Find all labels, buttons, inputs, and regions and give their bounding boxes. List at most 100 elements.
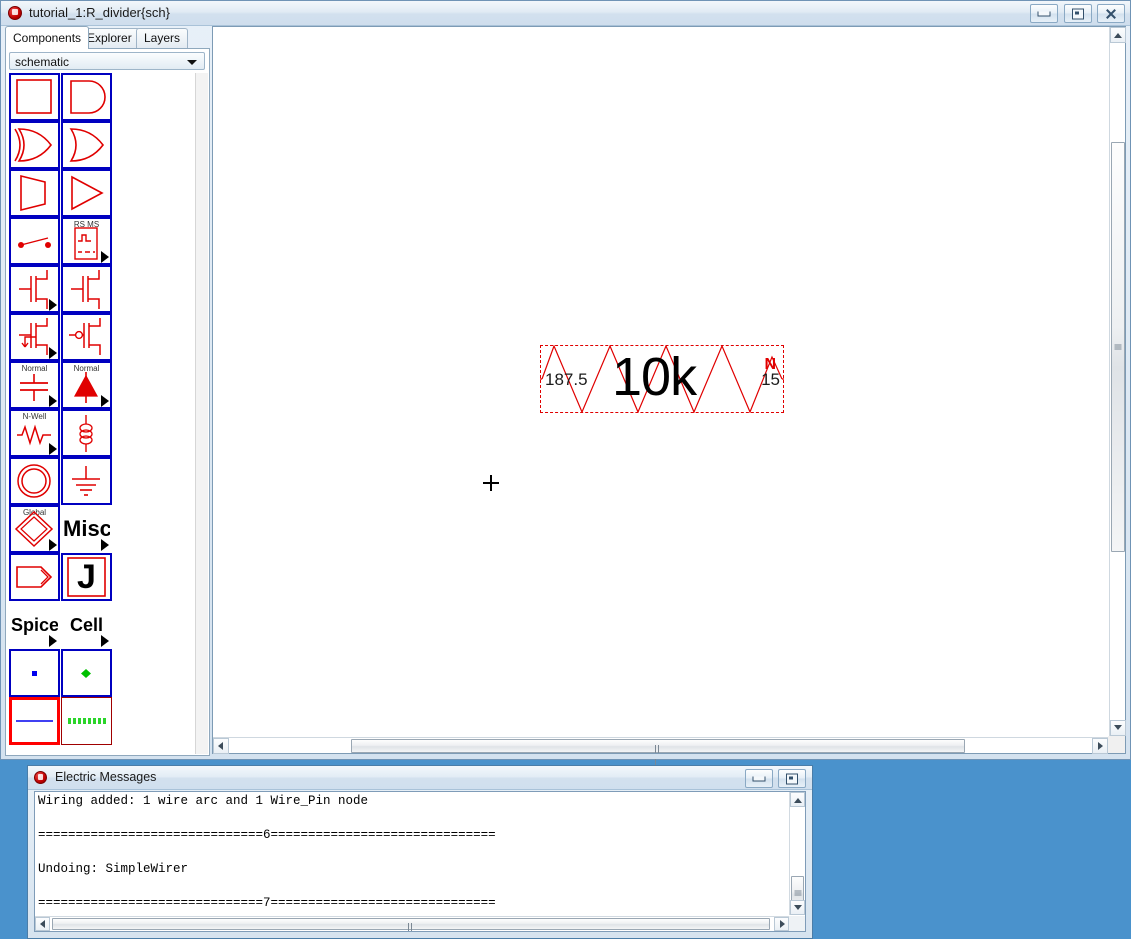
palette-row: Normal Normal xyxy=(9,361,114,409)
window-controls xyxy=(1028,4,1125,23)
messages-horizontal-scrollbar[interactable] xyxy=(35,916,789,931)
palette-scrollbar[interactable] xyxy=(195,73,208,754)
palette-grid: RS MS Normal Normal N-Well Global Misc J… xyxy=(9,73,114,745)
canvas-vertical-scrollbar[interactable] xyxy=(1109,27,1126,736)
close-button[interactable] xyxy=(1097,4,1125,23)
messages-body: Wiring added: 1 wire arc and 1 Wire_Pin … xyxy=(34,791,806,932)
messages-window-title: Electric Messages xyxy=(55,770,157,784)
palette-cell-more-arrow[interactable] xyxy=(49,539,57,551)
messages-maximize-button[interactable] xyxy=(778,769,806,788)
palette-cell-buffer[interactable] xyxy=(61,169,112,217)
palette-row xyxy=(9,457,114,505)
palette-cell-source[interactable] xyxy=(9,457,60,505)
palette-cell-more-arrow[interactable] xyxy=(101,635,109,647)
palette-row: Global Misc. xyxy=(9,505,114,553)
main-window: tutorial_1:R_divider{sch} Components Exp… xyxy=(0,0,1131,767)
scroll-up-arrow[interactable] xyxy=(1110,27,1126,43)
schematic-canvas-area: 187.5 10k 15 N xyxy=(212,26,1126,767)
palette-cell-spice-menu[interactable]: Spice xyxy=(9,601,60,649)
main-titlebar[interactable]: tutorial_1:R_divider{sch} xyxy=(1,1,1130,26)
palette-cell-cell-menu[interactable]: Cell xyxy=(61,601,112,649)
palette-cell-capacitor[interactable]: Normal xyxy=(9,361,60,409)
schematic-canvas[interactable]: 187.5 10k 15 N xyxy=(213,27,1108,736)
palette-cell-more-arrow[interactable] xyxy=(101,251,109,263)
messages-horizontal-scroll-thumb[interactable] xyxy=(52,918,770,931)
palette-cell-more-arrow[interactable] xyxy=(49,395,57,407)
resistor-component[interactable]: 187.5 10k 15 N xyxy=(540,345,784,413)
electric-app-icon xyxy=(34,771,47,784)
tab-components[interactable]: Components xyxy=(5,26,90,49)
palette-cell-more-arrow[interactable] xyxy=(49,299,57,311)
palette-cell-mux[interactable] xyxy=(9,169,60,217)
palette-cell-misc-menu[interactable]: Misc. xyxy=(61,505,112,553)
palette-cell-pmos-transistor[interactable] xyxy=(61,265,112,313)
scroll-down-arrow[interactable] xyxy=(1110,720,1126,736)
resistor-left-label: 187.5 xyxy=(545,370,588,389)
palette-cell-nmos-transistor[interactable] xyxy=(9,265,60,313)
left-panel: Components Explorer Layers schematic RS … xyxy=(5,26,210,756)
technology-combo[interactable]: schematic xyxy=(9,52,205,70)
palette-cell-diode[interactable]: Normal xyxy=(61,361,112,409)
palette-row xyxy=(9,313,114,361)
resistor-value-label: 10k xyxy=(612,347,697,407)
palette-cell-more-arrow[interactable] xyxy=(101,395,109,407)
crosshair-cursor xyxy=(483,475,499,491)
palette-cell-off-page-connector[interactable] xyxy=(9,553,60,601)
palette-cell-switch[interactable] xyxy=(9,217,60,265)
palette-cell-xor-gate[interactable] xyxy=(61,121,112,169)
messages-minimize-button[interactable] xyxy=(744,769,773,788)
palette-cell-buffer-and-box[interactable] xyxy=(9,73,60,121)
palette-cell-transistor-bubble[interactable] xyxy=(61,313,112,361)
scroll-left-arrow[interactable] xyxy=(213,738,229,754)
messages-log-text[interactable]: Wiring added: 1 wire arc and 1 Wire_Pin … xyxy=(38,793,787,914)
palette-cell-more-arrow[interactable] xyxy=(49,635,57,647)
palette-row xyxy=(9,121,114,169)
messages-scroll-down-arrow[interactable] xyxy=(790,900,805,915)
vertical-scroll-thumb[interactable] xyxy=(1111,142,1125,552)
messages-scroll-right-arrow[interactable] xyxy=(774,917,789,931)
messages-window: Electric Messages Wiring added: 1 wire a… xyxy=(27,765,813,939)
panel-tabstrip: Components Explorer Layers xyxy=(5,26,210,49)
palette-cell-label: J xyxy=(77,558,96,596)
palette-cell-pin-node[interactable] xyxy=(9,649,60,697)
scroll-right-arrow[interactable] xyxy=(1092,738,1108,754)
messages-scroll-left-arrow[interactable] xyxy=(35,917,50,931)
electric-app-icon xyxy=(8,6,22,20)
palette-cell-or-gate[interactable] xyxy=(9,121,60,169)
palette-row: RS MS xyxy=(9,217,114,265)
maximize-button[interactable] xyxy=(1063,4,1092,23)
palette-cell-jfet[interactable]: J xyxy=(61,553,112,601)
components-palette: schematic RS MS Normal Normal N-Well Glo… xyxy=(5,48,210,756)
messages-titlebar[interactable]: Electric Messages xyxy=(28,766,812,790)
palette-cell-resistor[interactable]: N-Well xyxy=(9,409,60,457)
messages-scroll-up-arrow[interactable] xyxy=(790,792,805,807)
palette-cell-flip-flop[interactable]: RS MS xyxy=(61,217,112,265)
palette-cell-bus-pin-node[interactable] xyxy=(61,649,112,697)
palette-cell-bus-arc[interactable] xyxy=(61,697,112,745)
horizontal-scroll-thumb[interactable] xyxy=(351,739,965,767)
palette-row: N-Well xyxy=(9,409,114,457)
palette-cell-more-arrow[interactable] xyxy=(49,347,57,359)
palette-cell-global-signal[interactable]: Global xyxy=(9,505,60,553)
messages-vertical-scrollbar[interactable] xyxy=(789,792,805,915)
palette-row xyxy=(9,649,114,697)
node-marker-label: N xyxy=(764,356,776,373)
scrollbar-corner xyxy=(1108,736,1125,753)
palette-row xyxy=(9,265,114,313)
palette-cell-ground[interactable] xyxy=(61,457,112,505)
palette-cell-label: Cell xyxy=(69,615,103,635)
palette-cell-and-gate[interactable] xyxy=(61,73,112,121)
palette-row xyxy=(9,697,114,745)
palette-cell-inductor[interactable] xyxy=(61,409,112,457)
palette-row xyxy=(9,73,114,121)
palette-cell-more-arrow[interactable] xyxy=(49,443,57,455)
palette-cell-transistor-4port[interactable] xyxy=(9,313,60,361)
canvas-horizontal-scrollbar[interactable] xyxy=(213,737,1108,767)
palette-cell-wire-arc[interactable] xyxy=(9,697,60,745)
tab-layers[interactable]: Layers xyxy=(136,28,189,48)
minimize-button[interactable] xyxy=(1030,4,1059,23)
palette-cell-more-arrow[interactable] xyxy=(101,539,109,551)
palette-row xyxy=(9,169,114,217)
messages-scrollbar-corner xyxy=(789,916,805,931)
palette-row: J xyxy=(9,553,114,601)
